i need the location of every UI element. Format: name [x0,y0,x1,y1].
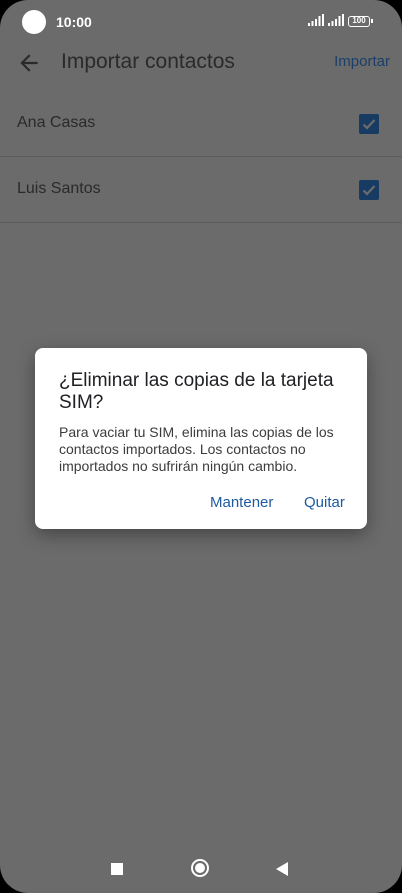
signal-icon [308,14,324,26]
dialog-message: Para vaciar tu SIM, elimina las copias d… [59,424,334,474]
checkbox-checked-icon[interactable] [359,180,379,200]
page-title: Importar contactos [61,50,235,73]
checkbox-checked-icon[interactable] [359,114,379,134]
home-icon[interactable] [191,859,209,877]
battery-icon: 100 [348,16,373,27]
back-arrow-icon[interactable] [16,50,42,76]
camera-cutout [22,10,46,34]
phone-screen: 10:00 100 Importar contactos Importar An… [0,0,402,893]
recents-icon[interactable] [111,863,123,875]
signal-icon-2 [328,14,344,26]
status-time: 10:00 [56,14,92,30]
contact-row[interactable]: Ana Casas [0,91,402,157]
contact-name: Luis Santos [17,180,101,197]
navigation-bar [0,845,402,893]
import-button[interactable]: Importar [334,53,390,70]
contact-name: Ana Casas [17,114,96,131]
nav-back-icon[interactable] [276,862,288,876]
remove-button[interactable]: Quitar [304,494,345,511]
contact-row[interactable]: Luis Santos [0,157,402,223]
dialog-title: ¿Eliminar las copias de la tarjeta SIM? [59,370,334,413]
app-bar: Importar contactos Importar [0,40,402,88]
status-bar: 10:00 100 [0,0,402,44]
keep-button[interactable]: Mantener [210,494,273,511]
confirm-dialog: ¿Eliminar las copias de la tarjeta SIM? … [35,348,367,529]
